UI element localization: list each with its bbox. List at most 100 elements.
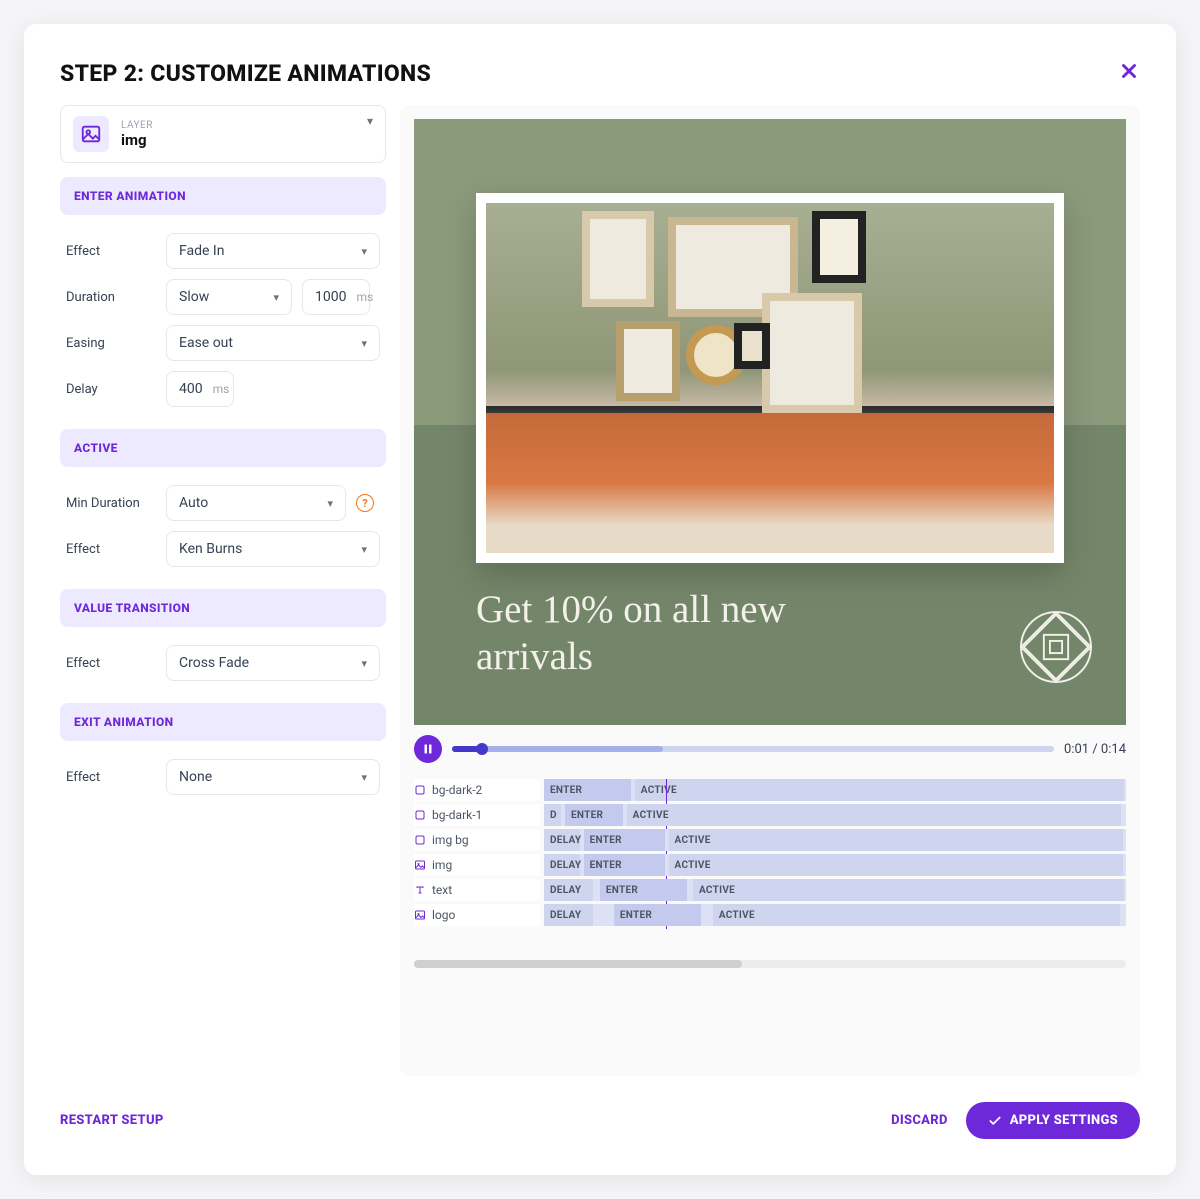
timeline-segment-delay[interactable]: DELAY [544,829,580,851]
timeline-scrollbar[interactable] [414,960,1126,968]
enter-effect-select[interactable]: Fade In ▾ [166,233,380,269]
chevron-down-icon: ▾ [361,771,367,784]
timeline-segment-enter[interactable]: ENTER [600,879,687,901]
chevron-down-icon: ▾ [361,245,367,258]
enter-delay-input[interactable]: 400 ms [166,371,234,407]
timeline-track[interactable]: DELAYENTERACTIVE [544,829,1126,851]
enter-animation-fields: Effect Fade In ▾ Duration Slow ▾ 1000 ms [60,229,386,415]
timeline-row-name: text [432,883,452,897]
timeline: bg-dark-2ENTERACTIVEbg-dark-1DENTERACTIV… [414,779,1126,926]
animation-controls-panel: LAYER img ▾ ENTER ANIMATION Effect Fade … [60,105,386,1076]
preview-image [486,203,1054,553]
apply-settings-button[interactable]: APPLY SETTINGS [966,1102,1140,1139]
chevron-down-icon: ▾ [367,114,373,128]
active-fields: Min Duration Auto ▾ ? Effect Ken Burns ▾ [60,481,386,575]
exit-effect-value: None [179,769,212,785]
text-icon [414,884,426,896]
timeline-segment-enter[interactable]: ENTER [584,829,665,851]
enter-easing-select[interactable]: Ease out ▾ [166,325,380,361]
timeline-row-label: img [414,854,540,876]
restart-setup-button[interactable]: RESTART SETUP [60,1113,164,1128]
square-icon [414,809,426,821]
customize-animations-modal: STEP 2: CUSTOMIZE ANIMATIONS LAYER img ▾… [24,24,1176,1175]
modal-header: STEP 2: CUSTOMIZE ANIMATIONS [60,60,1140,87]
preview-panel: Get 10% on all new arrivals [400,105,1140,1076]
active-effect-select[interactable]: Ken Burns ▾ [166,531,380,567]
enter-duration-label: Duration [66,290,156,305]
timeline-segment-active[interactable]: ACTIVE [669,829,1123,851]
player-time: 0:01 / 0:14 [1064,742,1126,757]
timeline-segment-active[interactable]: ACTIVE [669,854,1123,876]
enter-easing-label: Easing [66,336,156,351]
timeline-row-label: logo [414,904,540,926]
chevron-down-icon: ▾ [361,543,367,556]
vt-effect-value: Cross Fade [179,655,249,671]
timeline-segment-d[interactable]: D [544,804,561,826]
active-min-duration-select[interactable]: Auto ▾ [166,485,346,521]
layer-selector-meta: LAYER img [121,120,153,149]
timeline-row[interactable]: imgDELAYENTERACTIVE [414,854,1126,876]
timeline-segment-enter[interactable]: ENTER [565,804,623,826]
timeline-segment-delay[interactable]: DELAY [544,854,580,876]
player-bar: 0:01 / 0:14 [414,735,1126,763]
active-min-duration-label: Min Duration [66,496,156,511]
image-icon [414,859,426,871]
timeline-segment-delay[interactable]: DELAY [544,879,593,901]
enter-effect-value: Fade In [179,243,224,259]
section-exit-animation: EXIT ANIMATION [60,703,386,741]
square-icon [414,784,426,796]
section-enter-animation: ENTER ANIMATION [60,177,386,215]
close-button[interactable] [1118,60,1140,87]
modal-title: STEP 2: CUSTOMIZE ANIMATIONS [60,60,431,87]
timeline-segment-active[interactable]: ACTIVE [627,804,1122,826]
timeline-segment-active[interactable]: ACTIVE [713,904,1120,926]
discard-button[interactable]: DISCARD [891,1113,948,1128]
timeline-track[interactable]: DENTERACTIVE [544,804,1126,826]
timeline-row-label: bg-dark-1 [414,804,540,826]
image-icon [414,909,426,921]
timeline-segment-enter[interactable]: ENTER [544,779,631,801]
timeline-segment-enter[interactable]: ENTER [614,904,701,926]
layer-selector[interactable]: LAYER img ▾ [60,105,386,163]
layer-selector-value: img [121,131,153,149]
timeline-row[interactable]: logoDELAY ENTER ACTIVE [414,904,1126,926]
enter-duration-select[interactable]: Slow ▾ [166,279,292,315]
seek-track[interactable] [452,746,1054,752]
active-effect-value: Ken Burns [179,541,242,557]
scrollbar-thumb[interactable] [414,960,742,968]
ms-unit: ms [356,290,373,304]
chevron-down-icon: ▾ [361,657,367,670]
exit-effect-label: Effect [66,770,156,785]
pause-button[interactable] [414,735,442,763]
help-icon[interactable]: ? [356,494,374,512]
vt-effect-select[interactable]: Cross Fade ▾ [166,645,380,681]
timeline-row[interactable]: bg-dark-1DENTERACTIVE [414,804,1126,826]
layer-selector-label: LAYER [121,120,153,131]
ms-unit: ms [213,382,230,396]
timeline-segment-active[interactable]: ACTIVE [693,879,1124,901]
seek-thumb[interactable] [476,743,488,755]
active-effect-label: Effect [66,542,156,557]
check-icon [988,1114,1002,1128]
timeline-segment-active[interactable]: ACTIVE [635,779,1124,801]
close-icon [1118,60,1140,82]
timeline-track[interactable]: DELAYENTERACTIVE [544,854,1126,876]
exit-effect-select[interactable]: None ▾ [166,759,380,795]
image-icon [73,116,109,152]
timeline-track[interactable]: DELAY ENTER ACTIVE [544,904,1126,926]
enter-duration-ms-input[interactable]: 1000 ms [302,279,370,315]
timeline-track[interactable]: DELAY ENTER ACTIVE [544,879,1126,901]
timeline-row[interactable]: bg-dark-2ENTERACTIVE [414,779,1126,801]
timeline-segment-delay[interactable]: DELAY [544,904,593,926]
preview-image-frame [476,193,1064,563]
timeline-segment-enter[interactable]: ENTER [584,854,665,876]
enter-effect-label: Effect [66,244,156,259]
modal-body: LAYER img ▾ ENTER ANIMATION Effect Fade … [60,105,1140,1076]
timeline-row[interactable]: img bgDELAYENTERACTIVE [414,829,1126,851]
square-icon [414,834,426,846]
timeline-row[interactable]: text DELAY ENTER ACTIVE [414,879,1126,901]
chevron-down-icon: ▾ [361,337,367,350]
pause-icon [422,743,434,755]
timeline-track[interactable]: ENTERACTIVE [544,779,1126,801]
chevron-down-icon: ▾ [273,291,279,304]
